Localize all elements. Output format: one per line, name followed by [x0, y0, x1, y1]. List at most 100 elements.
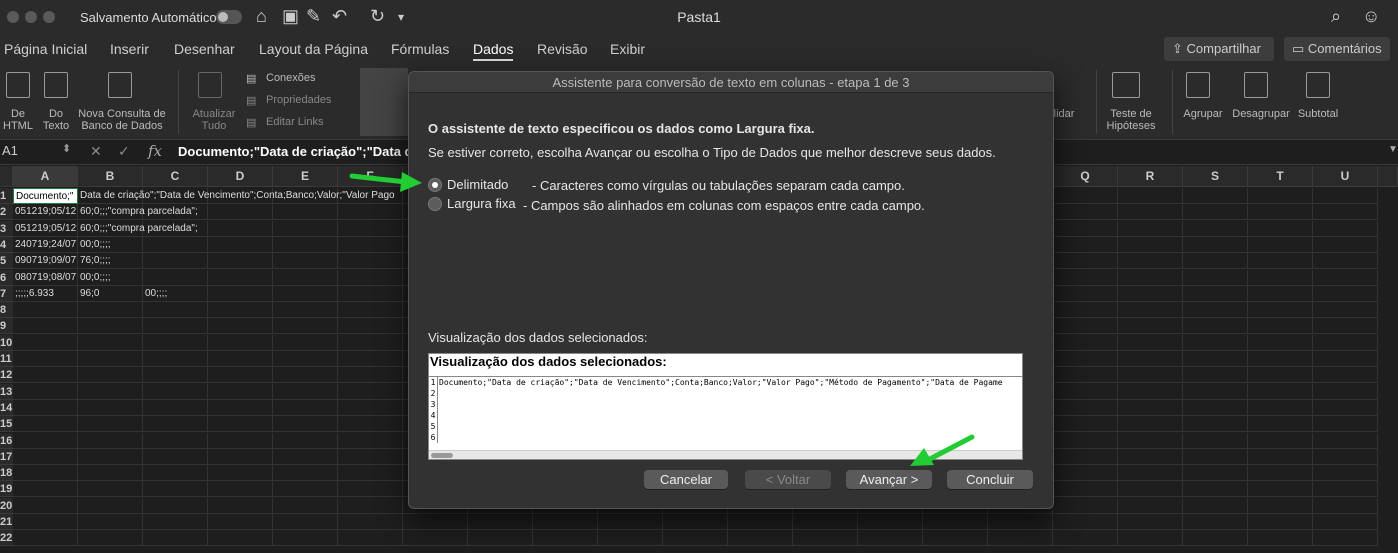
row-header[interactable]: 21	[0, 514, 13, 530]
grid-cell[interactable]	[208, 220, 273, 237]
grid-cell[interactable]	[1053, 416, 1118, 433]
group-icon[interactable]	[1186, 72, 1210, 98]
grid-cell[interactable]	[1053, 204, 1118, 221]
tab-exibir[interactable]: Exibir	[610, 41, 645, 57]
grid-cell[interactable]	[208, 399, 273, 416]
grid-cell[interactable]	[273, 481, 338, 498]
column-header-b[interactable]: B	[78, 166, 143, 187]
grid-cell[interactable]	[1313, 367, 1378, 384]
grid-cell[interactable]	[1313, 318, 1378, 335]
function-icon[interactable]: fx	[148, 142, 162, 160]
cell-value[interactable]: 96;0	[78, 286, 143, 302]
grid-cell[interactable]	[1248, 285, 1313, 302]
column-header-e[interactable]: E	[273, 166, 338, 187]
grid-cell[interactable]	[1248, 302, 1313, 319]
grid-cell[interactable]	[273, 448, 338, 465]
edit-links-label[interactable]: Editar Links	[266, 116, 323, 128]
grid-cell[interactable]	[13, 481, 78, 498]
comments-button[interactable]: ▭ Comentários	[1284, 37, 1390, 61]
grid-cell[interactable]	[1248, 253, 1313, 270]
grid-cell[interactable]	[1118, 318, 1183, 335]
grid-cell[interactable]	[338, 399, 403, 416]
grid-cell[interactable]	[1118, 188, 1183, 204]
group-label[interactable]: Agrupar	[1178, 108, 1228, 120]
row-header[interactable]: 8	[0, 302, 13, 319]
fixed-width-label[interactable]: Largura fixa	[447, 196, 516, 211]
cancel-button[interactable]: Cancelar	[644, 470, 728, 489]
grid-cell[interactable]	[1118, 530, 1183, 547]
grid-cell[interactable]	[338, 334, 403, 351]
grid-cell[interactable]	[1183, 220, 1248, 237]
grid-cell[interactable]	[923, 530, 988, 547]
grid-cell[interactable]	[468, 530, 533, 547]
grid-cell[interactable]	[78, 448, 143, 465]
grid-cell[interactable]	[13, 302, 78, 319]
grid-cell[interactable]	[13, 530, 78, 547]
grid-cell[interactable]	[1053, 481, 1118, 498]
next-button[interactable]: Avançar >	[846, 470, 932, 489]
grid-cell[interactable]	[143, 302, 208, 319]
grid-cell[interactable]	[143, 399, 208, 416]
grid-cell[interactable]	[1183, 236, 1248, 253]
grid-cell[interactable]	[858, 514, 923, 530]
refresh-all-label[interactable]: Atualizar Tudo	[186, 108, 242, 132]
grid-cell[interactable]	[1053, 285, 1118, 302]
row-header[interactable]: 7	[0, 285, 13, 302]
grid-cell[interactable]	[208, 285, 273, 302]
grid-cell[interactable]	[1183, 334, 1248, 351]
ungroup-icon[interactable]	[1244, 72, 1268, 98]
cell-value[interactable]: 60;0;;;"compra parcelada";	[78, 204, 198, 220]
grid-cell[interactable]	[1118, 465, 1183, 482]
grid-cell[interactable]	[1118, 367, 1183, 384]
grid-cell[interactable]	[1118, 432, 1183, 449]
grid-cell[interactable]	[1183, 367, 1248, 384]
grid-cell[interactable]	[338, 497, 403, 514]
tab-revisao[interactable]: Revisão	[537, 41, 588, 57]
grid-cell[interactable]	[1118, 302, 1183, 319]
grid-cell[interactable]	[143, 351, 208, 367]
grid-cell[interactable]	[208, 530, 273, 547]
grid-cell[interactable]	[1313, 351, 1378, 367]
column-header-s[interactable]: S	[1183, 166, 1248, 187]
column-header-c[interactable]: C	[143, 166, 208, 187]
grid-cell[interactable]	[13, 399, 78, 416]
grid-cell[interactable]	[1183, 188, 1248, 204]
row-header[interactable]: 17	[0, 448, 13, 465]
cell-value[interactable]: 00;0;;;;	[78, 237, 143, 253]
grid-cell[interactable]	[1118, 481, 1183, 498]
subtotal-label[interactable]: Subtotal	[1294, 108, 1342, 120]
row-header[interactable]: 3	[0, 220, 13, 237]
grid-cell[interactable]	[338, 367, 403, 384]
formula-content[interactable]: Documento;"Data de criação";"Data de	[178, 144, 420, 159]
confirm-entry-icon[interactable]: ✓	[118, 143, 130, 160]
grid-cell[interactable]	[208, 383, 273, 400]
cell-value[interactable]: 051219;05/12	[13, 204, 78, 220]
sort-button-highlight[interactable]	[360, 68, 408, 136]
grid-cell[interactable]	[1118, 383, 1183, 400]
grid-cell[interactable]	[1313, 220, 1378, 237]
grid-cell[interactable]	[1313, 302, 1378, 319]
grid-cell[interactable]	[273, 318, 338, 335]
grid-cell[interactable]	[13, 318, 78, 335]
grid-cell[interactable]	[338, 318, 403, 335]
grid-cell[interactable]	[13, 383, 78, 400]
grid-cell[interactable]	[208, 416, 273, 433]
grid-cell[interactable]	[208, 481, 273, 498]
grid-cell[interactable]	[1053, 432, 1118, 449]
row-header[interactable]: 12	[0, 367, 13, 384]
grid-cell[interactable]	[143, 514, 208, 530]
grid-cell[interactable]	[1313, 465, 1378, 482]
tab-layout-da-pagina[interactable]: Layout da Página	[259, 41, 368, 57]
grid-cell[interactable]	[143, 481, 208, 498]
row-header[interactable]: 9	[0, 318, 13, 335]
grid-cell[interactable]	[1248, 481, 1313, 498]
grid-cell[interactable]	[1183, 253, 1248, 270]
refresh-icon[interactable]	[198, 72, 222, 98]
grid-cell[interactable]	[793, 514, 858, 530]
grid-cell[interactable]	[78, 432, 143, 449]
grid-cell[interactable]	[1118, 220, 1183, 237]
grid-cell[interactable]	[403, 514, 468, 530]
grid-cell[interactable]	[1248, 188, 1313, 204]
grid-cell[interactable]	[1183, 514, 1248, 530]
grid-cell[interactable]	[338, 236, 403, 253]
